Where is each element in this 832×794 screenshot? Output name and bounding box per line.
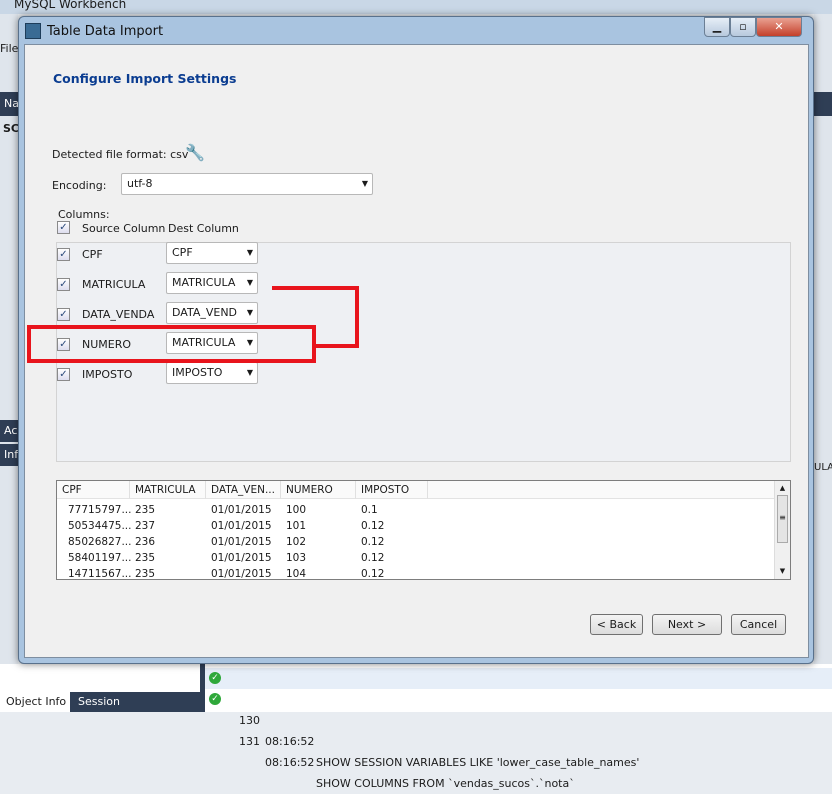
table-cell: 01/01/2015 — [211, 536, 272, 548]
wrench-icon[interactable]: 🔧 — [185, 143, 205, 162]
dialog-title: Table Data Import — [47, 24, 164, 39]
info-label: Inf — [0, 444, 18, 466]
header-strip — [814, 92, 832, 116]
close-button[interactable]: ✕ — [756, 17, 802, 37]
column-checkbox[interactable]: ✓ — [57, 368, 70, 381]
log-row[interactable]: ✓ 131 08:16:52 SHOW COLUMNS FROM `vendas… — [205, 689, 832, 790]
scrollbar[interactable]: ▲ ≡ ▼ — [774, 481, 790, 579]
encoding-select[interactable]: utf-8 ▼ — [121, 173, 373, 195]
columns-label: Columns: — [58, 208, 110, 221]
table-cell: 0.12 — [361, 536, 385, 548]
table-row[interactable]: 58401197... 235 01/01/2015 103 0.12 — [57, 550, 775, 566]
dest-column-select[interactable]: CPF ▼ — [166, 242, 258, 264]
column-checkbox[interactable]: ✓ — [57, 278, 70, 291]
maximize-button[interactable]: ▫ — [730, 17, 756, 37]
success-icon: ✓ — [209, 693, 221, 705]
table-cell: 01/01/2015 — [211, 552, 272, 564]
source-column-name: CPF — [82, 248, 103, 261]
success-icon: ✓ — [209, 672, 221, 684]
app-title-bar: MySQL Workbench — [0, 0, 832, 14]
column-checkbox[interactable]: ✓ — [57, 308, 70, 321]
app-left-panel: File Na SC Ac Inf — [0, 14, 19, 664]
annotation-line — [355, 286, 359, 348]
table-cell: 01/01/2015 — [211, 568, 272, 580]
table-cell: 104 — [286, 568, 307, 580]
table-cell: 58401197... — [68, 552, 132, 564]
table-row[interactable]: 14711567... 235 01/01/2015 104 0.12 — [57, 566, 775, 582]
source-column-name: DATA_VENDA — [82, 308, 155, 321]
menu-file[interactable]: File — [0, 42, 18, 55]
select-all-checkbox[interactable]: ✓ — [57, 221, 70, 234]
table-cell: 14711567... — [68, 568, 132, 580]
table-cell: 101 — [286, 520, 307, 532]
table-cell: 01/01/2015 — [211, 520, 272, 532]
back-button[interactable]: < Back — [590, 614, 643, 635]
chevron-down-icon: ▼ — [246, 248, 253, 257]
preview-table: CPF MATRICULA DATA_VEN... NUMERO IMPOSTO 777… — [56, 480, 791, 580]
tab-session[interactable]: Session — [70, 692, 200, 712]
log-row[interactable]: ✓ 130 08:16:52 SHOW SESSION VARIABLES LI… — [205, 668, 832, 769]
preview-column-header[interactable]: DATA_VEN... — [206, 481, 281, 499]
table-cell: 103 — [286, 552, 307, 564]
tab-object-info[interactable]: Object Info — [0, 692, 70, 712]
encoding-label: Encoding: — [52, 179, 107, 192]
annotation-line — [272, 286, 359, 290]
scroll-up-icon[interactable]: ▲ — [775, 484, 790, 492]
preview-column-header[interactable]: IMPOSTO — [356, 481, 428, 499]
page-title: Configure Import Settings — [53, 71, 237, 86]
workbench-logo-icon — [25, 23, 41, 39]
annotation-line — [314, 344, 359, 348]
column-checkbox[interactable]: ✓ — [57, 248, 70, 261]
scroll-down-icon[interactable]: ▼ — [775, 567, 790, 575]
table-cell: 237 — [135, 520, 156, 532]
source-column-header: Source Column — [82, 222, 166, 235]
preview-column-header[interactable]: CPF — [57, 481, 130, 499]
schemas-label: SC — [3, 122, 19, 135]
table-cell: 235 — [135, 552, 156, 564]
action-label: Ac — [0, 420, 18, 442]
detected-format-label: Detected file format: csv — [52, 148, 189, 161]
table-cell: 235 — [135, 568, 156, 580]
chevron-down-icon: ▼ — [246, 308, 253, 317]
table-cell: 77715797... — [68, 504, 132, 516]
table-cell: 50534475... — [68, 520, 132, 532]
scroll-thumb[interactable]: ≡ — [777, 495, 788, 543]
table-row[interactable]: 77715797... 235 01/01/2015 100 0.1 — [57, 502, 775, 518]
table-cell: 0.12 — [361, 520, 385, 532]
chevron-down-icon: ▼ — [361, 179, 368, 188]
dest-column-select[interactable]: DATA_VEND ▼ — [166, 302, 258, 324]
right-fragment: ULA — [814, 462, 832, 473]
table-cell: 102 — [286, 536, 307, 548]
table-cell: 100 — [286, 504, 307, 516]
table-cell: 01/01/2015 — [211, 504, 272, 516]
dest-column-header: Dest Column — [168, 222, 239, 235]
table-cell: 0.12 — [361, 552, 385, 564]
header-filler — [428, 481, 775, 499]
chevron-down-icon: ▼ — [246, 368, 253, 377]
source-column-name: MATRICULA — [82, 278, 146, 291]
dest-column-select[interactable]: MATRICULA ▼ — [166, 272, 258, 294]
preview-column-header[interactable]: NUMERO — [281, 481, 356, 499]
navigator-header: Na — [0, 92, 19, 116]
table-cell: 85026827... — [68, 536, 132, 548]
annotation-highlight-box — [27, 325, 316, 363]
table-cell: 236 — [135, 536, 156, 548]
table-cell: 235 — [135, 504, 156, 516]
table-cell: 0.12 — [361, 568, 385, 580]
app-right-panel: ULA — [814, 14, 832, 664]
chevron-down-icon: ▼ — [246, 278, 253, 287]
table-cell: 0.1 — [361, 504, 378, 516]
cancel-button[interactable]: Cancel — [731, 614, 786, 635]
source-column-name: IMPOSTO — [82, 368, 133, 381]
preview-column-header[interactable]: MATRICULA — [130, 481, 206, 499]
table-row[interactable]: 85026827... 236 01/01/2015 102 0.12 — [57, 534, 775, 550]
dest-column-select[interactable]: IMPOSTO ▼ — [166, 362, 258, 384]
table-row[interactable]: 50534475... 237 01/01/2015 101 0.12 — [57, 518, 775, 534]
minimize-button[interactable]: ▁ — [704, 17, 730, 37]
next-button[interactable]: Next > — [652, 614, 722, 635]
